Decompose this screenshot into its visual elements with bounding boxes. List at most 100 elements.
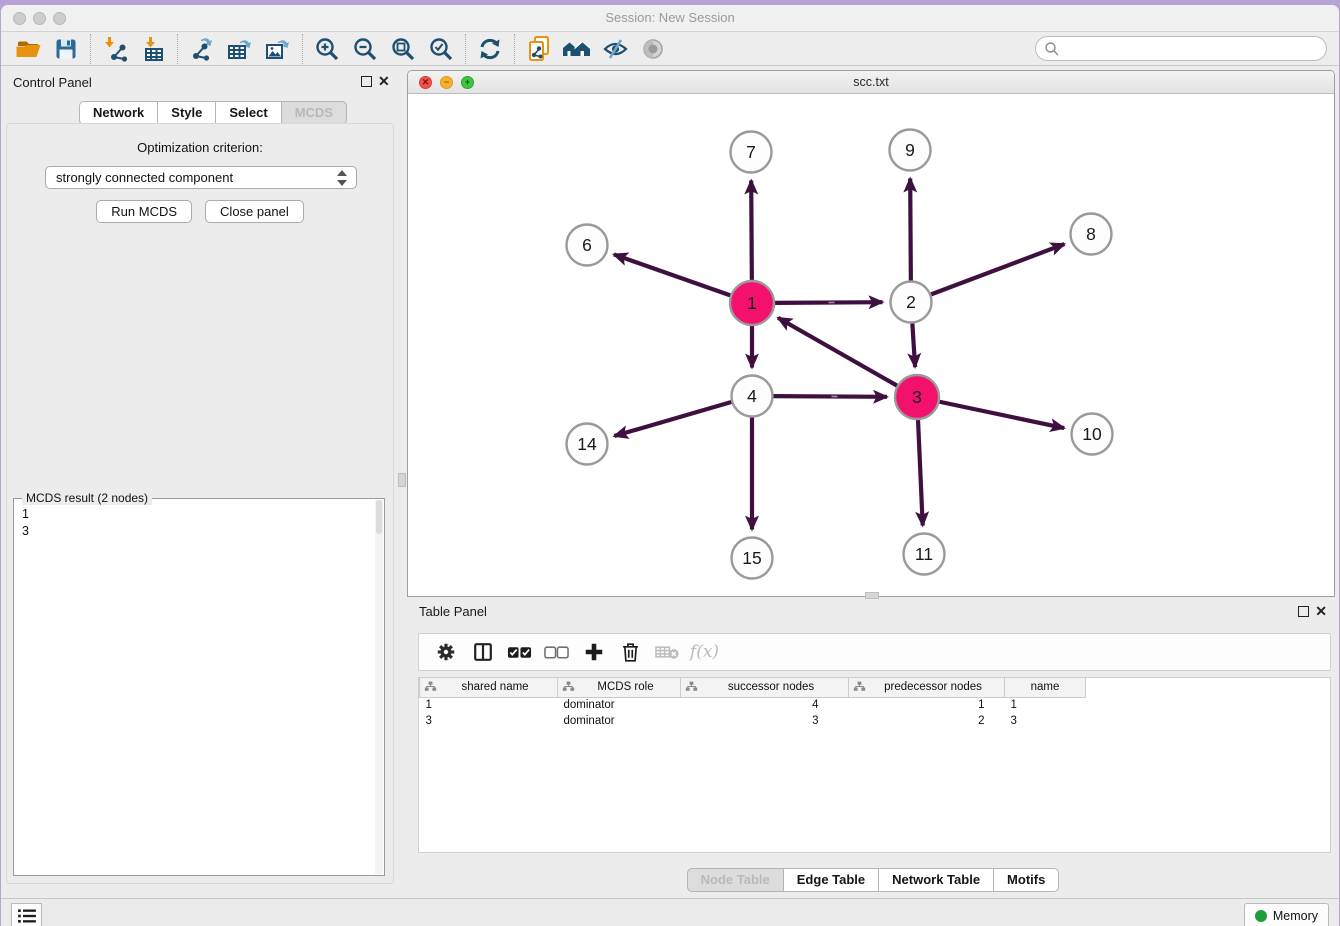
window-title: Session: New Session xyxy=(1,10,1339,25)
zoom-out-button[interactable] xyxy=(346,34,384,64)
mcds-result-text[interactable]: 1 3 xyxy=(14,502,375,875)
table-row[interactable]: 1dominator411 xyxy=(420,697,1086,713)
add-column-button[interactable] xyxy=(575,636,612,668)
edge-2-3[interactable] xyxy=(912,323,915,367)
table-cell[interactable]: 4 xyxy=(681,697,849,713)
column-header-shared-name[interactable]: shared name xyxy=(420,678,558,697)
close-table-panel-icon[interactable]: ✕ xyxy=(1315,603,1327,619)
tab-node-table[interactable]: Node Table xyxy=(687,868,784,892)
import-table-button[interactable] xyxy=(134,34,172,64)
close-panel-button[interactable]: Close panel xyxy=(205,200,304,223)
table-cell[interactable]: 1 xyxy=(420,697,558,713)
table-cell[interactable]: 3 xyxy=(1005,713,1086,729)
table-cell[interactable]: 2 xyxy=(849,713,1005,729)
graph-node-7[interactable]: 7 xyxy=(731,132,772,173)
node-label: 1 xyxy=(747,293,757,313)
delete-column-button[interactable] xyxy=(612,636,649,668)
clone-network-button[interactable] xyxy=(520,34,558,64)
function-builder-button[interactable]: f(x) xyxy=(686,636,723,668)
edge-4-14[interactable] xyxy=(614,402,731,436)
hide-selected-button[interactable] xyxy=(596,34,634,64)
unchecked-boxes-icon xyxy=(544,643,569,661)
table-cell[interactable]: 3 xyxy=(420,713,558,729)
graph-node-14[interactable]: 14 xyxy=(567,424,608,465)
criterion-select[interactable]: strongly connected component xyxy=(45,166,357,189)
table-settings-button[interactable] xyxy=(427,636,464,668)
show-all-button[interactable] xyxy=(634,34,672,64)
stepper-icon xyxy=(336,170,348,186)
tab-network[interactable]: Network xyxy=(79,101,158,125)
graph-node-8[interactable]: 8 xyxy=(1071,214,1112,255)
export-image-icon xyxy=(264,36,292,62)
node-label: 8 xyxy=(1086,224,1096,244)
memory-button[interactable]: Memory xyxy=(1244,903,1329,926)
network-canvas[interactable]: 7 9 6 8 1 2 4 3 14 10 15 11 xyxy=(408,94,1334,596)
graph-node-3[interactable]: 3 xyxy=(895,375,939,419)
column-header-successor-nodes[interactable]: successor nodes xyxy=(681,678,849,697)
graph-node-11[interactable]: 11 xyxy=(904,534,945,575)
graph-node-4[interactable]: 4 xyxy=(732,376,773,417)
search-input[interactable] xyxy=(1060,39,1326,59)
float-panel-icon[interactable] xyxy=(361,76,372,87)
result-scrollbar[interactable] xyxy=(375,500,383,874)
table-cell[interactable]: 1 xyxy=(849,697,1005,713)
close-panel-icon[interactable]: ✕ xyxy=(378,73,390,89)
delete-table-icon xyxy=(655,643,680,661)
zoom-in-button[interactable] xyxy=(308,34,346,64)
select-all-button[interactable] xyxy=(501,636,538,668)
graph-node-2[interactable]: 2 xyxy=(891,282,932,323)
table-cell[interactable]: 1 xyxy=(1005,697,1086,713)
vertical-split-grip[interactable] xyxy=(398,473,406,487)
refresh-button[interactable] xyxy=(471,34,509,64)
export-image-button[interactable] xyxy=(259,34,297,64)
run-mcds-button[interactable]: Run MCDS xyxy=(96,200,192,223)
edge-3-11[interactable] xyxy=(918,420,923,526)
node-label: 3 xyxy=(912,387,922,407)
unselect-all-button[interactable] xyxy=(538,636,575,668)
column-header-name[interactable]: name xyxy=(1005,678,1086,697)
tab-network-table[interactable]: Network Table xyxy=(879,868,994,892)
open-session-button[interactable] xyxy=(9,34,47,64)
column-header-predecessor-nodes[interactable]: predecessor nodes xyxy=(849,678,1005,697)
fit-content-button[interactable] xyxy=(384,34,422,64)
float-table-panel-icon[interactable] xyxy=(1298,606,1309,617)
edge-1-7[interactable] xyxy=(751,180,752,280)
list-icon xyxy=(17,908,37,924)
tab-select[interactable]: Select xyxy=(216,101,281,125)
graph-node-6[interactable]: 6 xyxy=(567,225,608,266)
task-history-button[interactable] xyxy=(11,903,42,926)
table-row[interactable]: 3dominator323 xyxy=(420,713,1086,729)
graph-node-15[interactable]: 15 xyxy=(732,538,773,579)
node-label: 6 xyxy=(582,235,592,255)
export-table-button[interactable] xyxy=(221,34,259,64)
save-session-button[interactable] xyxy=(47,34,85,64)
columns-icon xyxy=(472,641,494,663)
table-cell[interactable]: dominator xyxy=(558,713,681,729)
tab-edge-table[interactable]: Edge Table xyxy=(784,868,879,892)
column-header-MCDS-role[interactable]: MCDS role xyxy=(558,678,681,697)
edge-1-6[interactable] xyxy=(614,254,730,295)
control-panel-tabs: NetworkStyleSelectMCDS xyxy=(79,101,347,125)
tab-style[interactable]: Style xyxy=(158,101,216,125)
tab-mcds[interactable]: MCDS xyxy=(282,101,347,125)
network-window-titlebar[interactable]: ✕ − + scc.txt xyxy=(408,71,1334,94)
export-network-button[interactable] xyxy=(183,34,221,64)
tab-motifs[interactable]: Motifs xyxy=(994,868,1059,892)
delete-table-button[interactable] xyxy=(649,636,686,668)
edge-4-3[interactable] xyxy=(773,396,887,397)
horizontal-split-grip[interactable] xyxy=(865,592,879,599)
table-cell[interactable]: 3 xyxy=(681,713,849,729)
import-network-button[interactable] xyxy=(96,34,134,64)
edge-3-10[interactable] xyxy=(940,402,1065,428)
table-cell[interactable]: dominator xyxy=(558,697,681,713)
graph-node-10[interactable]: 10 xyxy=(1072,414,1113,455)
graph-node-1[interactable]: 1 xyxy=(730,281,774,325)
graph-node-9[interactable]: 9 xyxy=(890,130,931,171)
save-disk-icon xyxy=(54,37,78,61)
zoom-selected-button[interactable] xyxy=(422,34,460,64)
home-layout-button[interactable] xyxy=(558,34,596,64)
edge-3-1[interactable] xyxy=(778,318,897,386)
edge-2-8[interactable] xyxy=(931,244,1064,294)
show-columns-button[interactable] xyxy=(464,636,501,668)
edge-2-9[interactable] xyxy=(910,178,911,280)
